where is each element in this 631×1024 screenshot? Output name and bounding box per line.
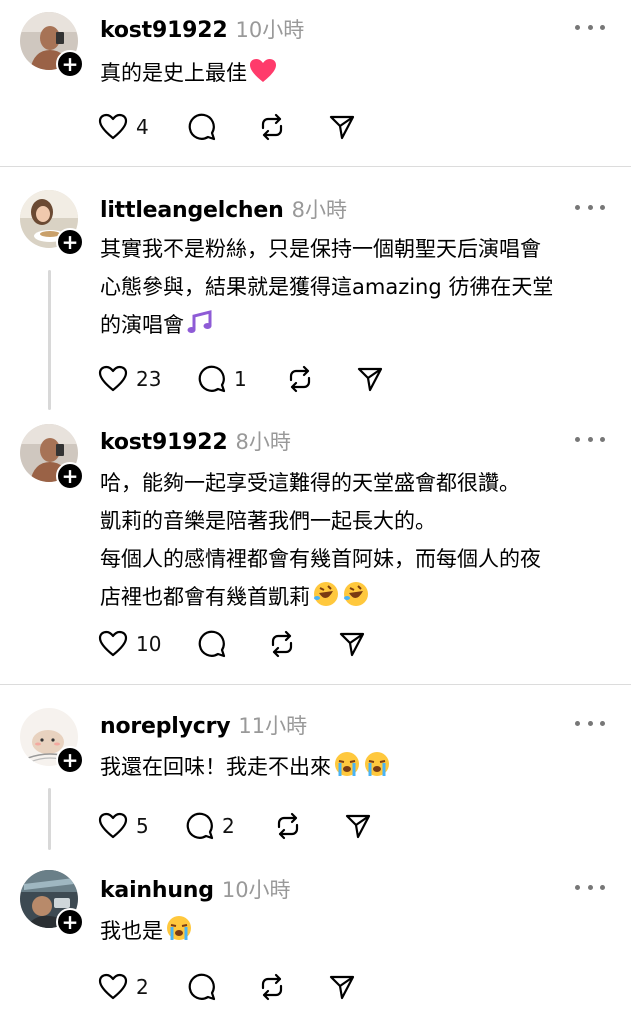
thread-line (48, 270, 51, 410)
heart-icon (98, 365, 128, 392)
crying-emoji (335, 752, 359, 776)
share-button[interactable] (344, 809, 372, 843)
like-button[interactable]: 2 (98, 970, 149, 1004)
post-text: 其實我不是粉絲，只是保持一個朝聖天后演唱會 心態參與，結果就是獲得這amazin… (100, 237, 554, 337)
reply-button[interactable] (198, 627, 226, 661)
heart-emoji (250, 59, 276, 82)
share-button[interactable] (328, 970, 356, 1004)
post-text-wrap: 其實我不是粉絲，只是保持一個朝聖天后演唱會 心態參與，結果就是獲得這amazin… (100, 230, 610, 344)
comment-icon (198, 365, 226, 393)
comment-icon (198, 630, 226, 658)
post-text-wrap: 我也是 (100, 912, 610, 950)
like-count: 10 (136, 632, 162, 656)
more-options-icon[interactable] (575, 882, 605, 892)
repost-icon (271, 630, 293, 658)
send-icon (345, 814, 371, 839)
post-text: 我也是 (100, 919, 163, 943)
crying-emoji (167, 916, 191, 940)
repost-button[interactable] (286, 362, 314, 396)
timestamp: 8小時 (291, 198, 347, 222)
heart-icon (98, 812, 128, 839)
timestamp: 10小時 (235, 18, 305, 42)
post-4: + noreplycry 11小時 我還在回味！我走不出來 5 2 (0, 696, 631, 856)
heart-icon (98, 630, 128, 657)
heart-icon (98, 113, 128, 140)
follow-plus-icon[interactable]: + (56, 50, 84, 78)
send-icon (329, 115, 355, 140)
repost-button[interactable] (268, 627, 296, 661)
share-button[interactable] (328, 110, 356, 144)
reply-count: 1 (234, 367, 247, 391)
send-icon (339, 632, 365, 657)
timestamp: 10小時 (221, 878, 291, 902)
thread-line (48, 788, 51, 850)
repost-button[interactable] (258, 970, 286, 1004)
more-options-icon[interactable] (575, 202, 605, 212)
post-5: + kainhung 10小時 我也是 2 (0, 860, 631, 1024)
comment-icon (186, 812, 214, 840)
username[interactable]: noreplycry (100, 714, 231, 739)
like-button[interactable]: 5 (98, 809, 149, 843)
like-count: 2 (136, 975, 149, 999)
username[interactable]: kost91922 (100, 430, 228, 455)
post-text-wrap: 真的是史上最佳 (100, 54, 610, 92)
rofl-emoji (314, 582, 338, 606)
post-text-wrap: 我還在回味！我走不出來 (100, 748, 610, 786)
comment-icon (188, 113, 216, 141)
username[interactable]: littleangelchen (100, 198, 284, 223)
repost-icon (261, 113, 283, 141)
avatar-kainhung[interactable]: + (20, 870, 84, 936)
follow-plus-icon[interactable]: + (56, 908, 84, 936)
post-3: + kost91922 8小時 哈，能夠一起享受這難得的天堂盛會都很讚。 凱莉的… (0, 412, 631, 684)
avatar-noreplycry[interactable]: + (20, 708, 84, 774)
username[interactable]: kost91922 (100, 18, 228, 43)
crying-emoji (365, 752, 389, 776)
comment-icon (188, 973, 216, 1001)
rofl-emoji (344, 582, 368, 606)
post-text: 真的是史上最佳 (100, 61, 247, 85)
avatar-kost91922[interactable]: + (20, 424, 84, 490)
reply-button[interactable]: 1 (198, 362, 247, 396)
share-button[interactable] (356, 362, 384, 396)
timestamp: 11小時 (238, 714, 308, 738)
like-count: 4 (136, 115, 149, 139)
avatar-littleangelchen[interactable]: + (20, 190, 84, 256)
reply-button[interactable] (188, 110, 216, 144)
divider (0, 684, 631, 685)
reply-button[interactable] (188, 970, 216, 1004)
post-text-wrap: 哈，能夠一起享受這難得的天堂盛會都很讚。 凱莉的音樂是陪著我們一起長大的。 每個… (100, 464, 610, 616)
reply-button[interactable]: 2 (186, 809, 235, 843)
like-button[interactable]: 23 (98, 362, 161, 396)
repost-icon (261, 973, 283, 1001)
share-button[interactable] (338, 627, 366, 661)
like-button[interactable]: 10 (98, 627, 161, 661)
heart-icon (98, 973, 128, 1000)
post-text: 我還在回味！我走不出來 (100, 755, 331, 779)
reply-count: 2 (222, 814, 235, 838)
repost-icon (289, 365, 311, 393)
divider (0, 166, 631, 167)
repost-button[interactable] (258, 110, 286, 144)
post-1: + kost91922 10小時 真的是史上最佳 4 (0, 0, 631, 166)
send-icon (329, 975, 355, 1000)
more-options-icon[interactable] (575, 718, 605, 728)
like-count: 23 (136, 367, 162, 391)
follow-plus-icon[interactable]: + (56, 746, 84, 774)
repost-button[interactable] (274, 809, 302, 843)
music-notes-emoji (187, 310, 212, 333)
like-button[interactable]: 4 (98, 110, 149, 144)
repost-icon (277, 812, 299, 840)
like-count: 5 (136, 814, 149, 838)
more-options-icon[interactable] (575, 22, 605, 32)
username[interactable]: kainhung (100, 878, 214, 903)
follow-plus-icon[interactable]: + (56, 228, 84, 256)
more-options-icon[interactable] (575, 434, 605, 444)
avatar-kost91922[interactable]: + (20, 12, 84, 78)
send-icon (357, 367, 383, 392)
post-2: + littleangelchen 8小時 其實我不是粉絲，只是保持一個朝聖天后… (0, 180, 631, 420)
follow-plus-icon[interactable]: + (56, 462, 84, 490)
timestamp: 8小時 (235, 430, 291, 454)
